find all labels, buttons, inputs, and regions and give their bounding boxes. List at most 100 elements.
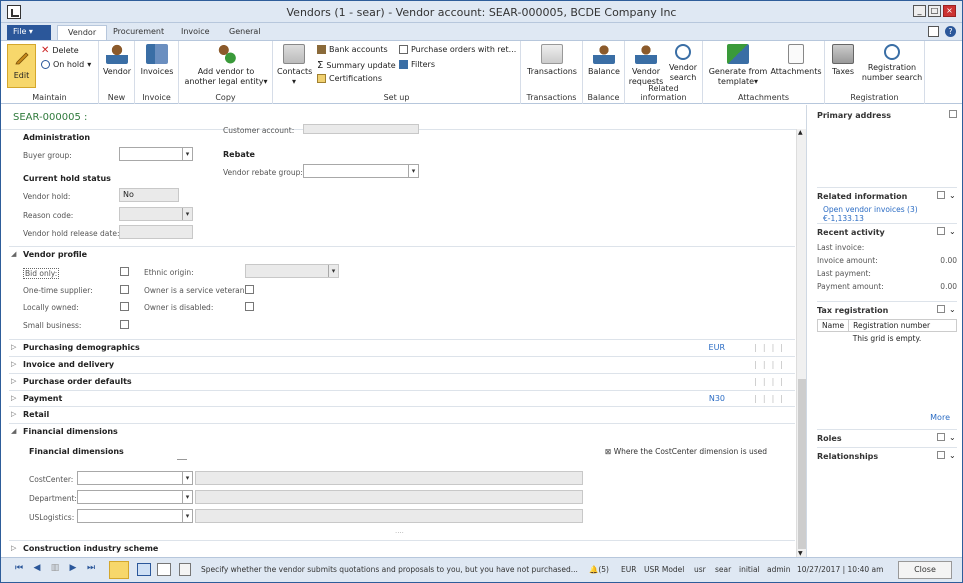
uslogistics-select[interactable]: ▾ bbox=[77, 509, 193, 523]
vertical-scrollbar[interactable]: ▲ ▼ bbox=[796, 129, 806, 557]
tab-invoice[interactable]: Invoice bbox=[171, 25, 220, 40]
relationships-title[interactable]: Relationships bbox=[817, 448, 957, 465]
maximize-pane-icon[interactable] bbox=[937, 451, 945, 459]
locally-owned-checkbox[interactable] bbox=[120, 302, 129, 311]
tax-registration-title[interactable]: Tax registration bbox=[817, 302, 957, 319]
related-information-title[interactable]: Related information bbox=[817, 188, 957, 205]
purchase-orders-button[interactable]: Purchase orders with ret... bbox=[399, 45, 516, 54]
details-view-icon[interactable] bbox=[157, 563, 171, 576]
add-vendor-legal-entity-button[interactable]: Add vendor to another legal entity▾ bbox=[183, 44, 269, 87]
maximize-pane-icon[interactable] bbox=[937, 433, 945, 441]
more-link[interactable]: More bbox=[930, 413, 950, 422]
vendor-hold-field[interactable]: No bbox=[119, 188, 179, 202]
layer-indicator[interactable]: initial bbox=[739, 565, 760, 574]
vendor-requests-button[interactable]: Vendor requests bbox=[627, 44, 665, 87]
currency-indicator[interactable]: EUR bbox=[621, 565, 636, 574]
edit-button[interactable]: Edit bbox=[7, 44, 36, 88]
resize-grip[interactable]: ···· bbox=[395, 529, 404, 537]
registration-number-search-button[interactable]: Registration number search bbox=[861, 44, 923, 83]
help-icon[interactable]: ? bbox=[945, 26, 956, 37]
tab-general[interactable]: General bbox=[219, 25, 271, 40]
section-vendor-profile[interactable]: ◢ Vendor profile bbox=[9, 246, 795, 262]
section-purchase-order-defaults[interactable]: ▷ Purchase order defaults |||| bbox=[9, 373, 795, 389]
notification-count[interactable]: 🔔(5) bbox=[589, 565, 609, 574]
filters-button[interactable]: Filters bbox=[399, 60, 435, 69]
document-icon[interactable] bbox=[179, 563, 191, 576]
transactions-button[interactable]: Transactions bbox=[525, 44, 579, 77]
section-payment[interactable]: ▷ Payment N30 |||| bbox=[9, 390, 795, 406]
grid-view-icon[interactable] bbox=[137, 563, 151, 576]
previous-record-icon[interactable]: ◀ bbox=[31, 563, 43, 576]
maximize-pane-icon[interactable] bbox=[937, 191, 945, 199]
maximize-pane-icon[interactable] bbox=[937, 305, 945, 313]
window-layout-icon[interactable] bbox=[928, 26, 939, 37]
section-summary-dots: |||| bbox=[754, 377, 789, 386]
list-view-icon[interactable]: ▥ bbox=[49, 563, 61, 576]
ethnic-origin-select[interactable]: ▾ bbox=[245, 264, 339, 278]
certifications-button[interactable]: Certifications bbox=[317, 74, 382, 83]
tab-procurement[interactable]: Procurement bbox=[103, 25, 174, 40]
attachments-button[interactable]: Attachments bbox=[769, 44, 823, 77]
last-record-icon[interactable]: ⏭ bbox=[85, 563, 97, 576]
tab-vendor[interactable]: Vendor bbox=[57, 25, 108, 40]
model-indicator[interactable]: USR Model bbox=[644, 565, 684, 574]
vendor-rebate-group-select[interactable]: ▾ bbox=[303, 164, 419, 178]
section-invoice-and-delivery[interactable]: ▷ Invoice and delivery |||| bbox=[9, 356, 795, 372]
maximize-icon[interactable]: □ bbox=[928, 5, 941, 17]
buyer-group-select[interactable]: ▾ bbox=[119, 147, 193, 161]
maximize-pane-icon[interactable] bbox=[949, 110, 957, 118]
new-vendor-button[interactable]: Vendor bbox=[102, 44, 132, 77]
expand-pane-icon[interactable]: ⌄ bbox=[949, 451, 957, 460]
where-costcenter-used[interactable]: ⊠ Where the CostCenter dimension is used bbox=[605, 447, 767, 456]
one-time-supplier-checkbox[interactable] bbox=[120, 285, 129, 294]
scroll-down-icon[interactable]: ▼ bbox=[798, 550, 803, 557]
generate-from-template-button[interactable]: Generate from template▾ bbox=[707, 44, 769, 87]
tab-file[interactable]: File ▾ bbox=[7, 25, 51, 40]
roles-title[interactable]: Roles bbox=[817, 430, 957, 447]
close-window-icon[interactable]: × bbox=[943, 5, 956, 17]
role-indicator[interactable]: admin bbox=[767, 565, 791, 574]
close-button[interactable]: Close bbox=[898, 561, 952, 579]
expand-pane-icon[interactable]: ⌄ bbox=[949, 433, 957, 442]
hold-release-date-field[interactable] bbox=[119, 225, 193, 239]
customer-account-field[interactable] bbox=[303, 124, 419, 134]
balance-button[interactable]: Balance bbox=[587, 44, 621, 77]
invoices-button[interactable]: Invoices bbox=[139, 44, 175, 77]
first-record-icon[interactable]: ⏮ bbox=[13, 563, 25, 576]
collapse-pane-icon[interactable]: ⌄ bbox=[949, 191, 957, 200]
next-record-icon[interactable]: ▶ bbox=[67, 563, 79, 576]
maximize-pane-icon[interactable] bbox=[937, 227, 945, 235]
summary-update-button[interactable]: Σ Summary update bbox=[317, 60, 396, 71]
company-indicator[interactable]: usr bbox=[694, 565, 706, 574]
bank-accounts-button[interactable]: Bank accounts bbox=[317, 45, 388, 54]
column-header-registration[interactable]: Registration number bbox=[849, 320, 934, 331]
reason-code-select[interactable]: ▾ bbox=[119, 207, 193, 221]
scrollbar-thumb[interactable] bbox=[798, 379, 806, 549]
owner-disabled-checkbox[interactable] bbox=[245, 302, 254, 311]
scroll-up-icon[interactable]: ▲ bbox=[798, 129, 803, 136]
user-indicator[interactable]: sear bbox=[715, 565, 731, 574]
costcenter-select[interactable]: ▾ bbox=[77, 471, 193, 485]
department-select[interactable]: ▾ bbox=[77, 490, 193, 504]
section-financial-dimensions[interactable]: ◢ Financial dimensions bbox=[9, 423, 795, 439]
on-hold-button[interactable]: On hold ▾ bbox=[41, 60, 91, 69]
collapse-pane-icon[interactable]: ⌄ bbox=[949, 227, 957, 236]
column-header-name[interactable]: Name bbox=[818, 320, 850, 331]
open-vendor-invoices-link[interactable]: Open vendor invoices (3) €-1,133.13 bbox=[817, 205, 957, 223]
bid-only-checkbox[interactable] bbox=[120, 267, 129, 276]
vendor-person-icon bbox=[106, 44, 128, 64]
section-purchasing-demographics[interactable]: ▷ Purchasing demographics EUR |||| bbox=[9, 339, 795, 355]
minimize-icon[interactable]: _ bbox=[913, 5, 926, 17]
recent-activity-title[interactable]: Recent activity bbox=[817, 224, 957, 241]
edit-mode-icon[interactable] bbox=[109, 561, 129, 579]
delete-button[interactable]: ✕ Delete bbox=[41, 45, 79, 56]
service-veteran-checkbox[interactable] bbox=[245, 285, 254, 294]
contacts-button[interactable]: Contacts ▾ bbox=[277, 44, 312, 87]
small-business-checkbox[interactable] bbox=[120, 320, 129, 329]
collapse-pane-icon[interactable]: ⌄ bbox=[949, 305, 957, 314]
section-retail[interactable]: ▷ Retail bbox=[9, 406, 795, 422]
vendor-search-button[interactable]: Vendor search bbox=[665, 44, 701, 83]
primary-address-title[interactable]: Primary address bbox=[817, 107, 957, 124]
taxes-button[interactable]: Taxes bbox=[827, 44, 859, 77]
section-construction-industry-scheme[interactable]: ▷ Construction industry scheme bbox=[9, 540, 795, 556]
